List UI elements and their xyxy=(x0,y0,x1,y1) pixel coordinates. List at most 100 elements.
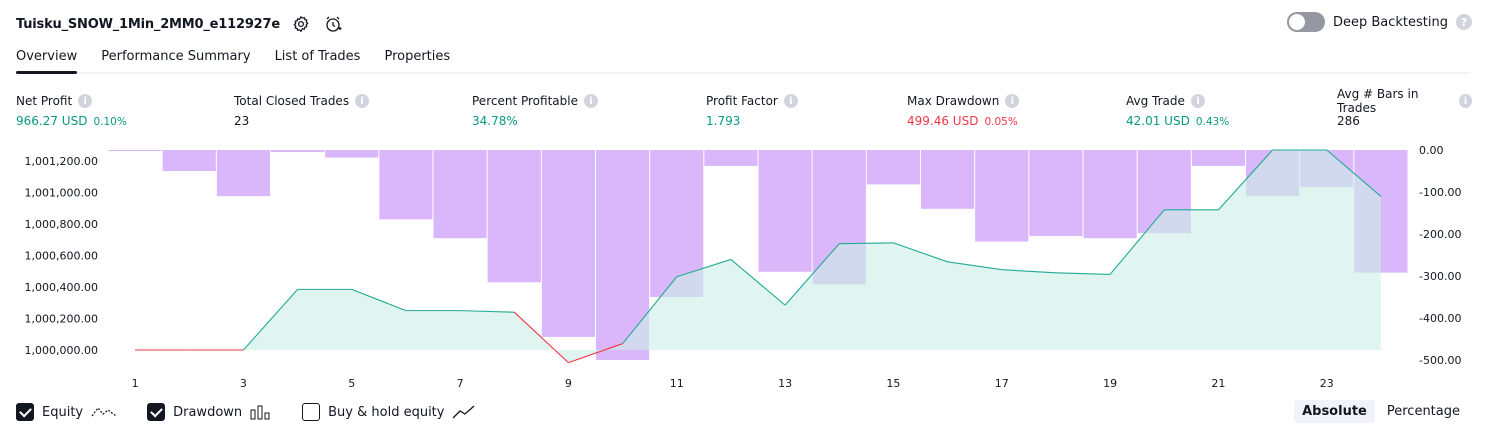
equity-area xyxy=(135,150,1381,363)
mode-absolute[interactable]: Absolute xyxy=(1294,400,1375,423)
equity-line-icon xyxy=(91,407,117,417)
metric-value: 23 xyxy=(234,114,250,128)
info-icon[interactable]: i xyxy=(355,94,370,108)
metric-label: Max Drawdown xyxy=(907,94,1000,108)
tab-overview[interactable]: Overview xyxy=(16,46,89,74)
x-tick: 17 xyxy=(995,377,1009,390)
equity-series xyxy=(135,149,1382,364)
x-tick: 5 xyxy=(348,377,355,390)
metric-profit-factor: Profit Factor i 1.793 xyxy=(706,92,798,130)
tab-bar: Overview Performance Summary List of Tra… xyxy=(16,46,1470,74)
drawdown-bar xyxy=(866,150,920,185)
tab-performance-summary[interactable]: Performance Summary xyxy=(89,46,262,72)
tab-properties[interactable]: Properties xyxy=(372,46,462,72)
info-icon[interactable]: i xyxy=(783,94,798,108)
drawdown-bar xyxy=(541,150,595,337)
drawdown-bar xyxy=(162,150,216,171)
legend-label: Drawdown xyxy=(173,404,243,420)
legend-equity[interactable]: Equity xyxy=(16,403,117,421)
metric-label: Total Closed Trades xyxy=(234,94,350,108)
metric-label: Profit Factor xyxy=(706,94,778,108)
metrics-row: Net Profit i 966.27 USD 0.10% Total Closed… xyxy=(16,87,1472,132)
metric-value: 286 xyxy=(1337,114,1360,128)
drawdown-bar xyxy=(433,150,487,239)
x-tick: 7 xyxy=(457,377,464,390)
drawdown-bar xyxy=(758,150,812,272)
drawdown-bar xyxy=(108,150,162,151)
drawdown-bar xyxy=(975,150,1029,242)
chart-mode-switch: Absolute Percentage xyxy=(1294,400,1468,423)
deep-backtesting-label: Deep Backtesting xyxy=(1332,14,1448,30)
equity-checkbox[interactable] xyxy=(16,403,34,421)
metric-label: Percent Profitable xyxy=(472,94,578,108)
y-left-tick: 1,000,600.00 xyxy=(25,250,98,263)
y-left-tick: 1,000,400.00 xyxy=(25,281,98,294)
metric-total-closed-trades: Total Closed Trades i 23 xyxy=(234,92,370,130)
info-icon[interactable]: i xyxy=(78,94,93,108)
info-icon[interactable]: i xyxy=(583,94,598,108)
tab-list-of-trades[interactable]: List of Trades xyxy=(263,46,373,72)
metric-max-drawdown: Max Drawdown i 499.46 USD 0.05% xyxy=(907,92,1020,130)
x-tick: 9 xyxy=(565,377,572,390)
equity-chart[interactable]: 1,001,200.00 1,001,000.00 1,000,800.00 1,00… xyxy=(0,140,1486,390)
x-tick: 19 xyxy=(1103,377,1117,390)
drawdown-bar xyxy=(1191,150,1245,166)
x-tick: 13 xyxy=(778,377,792,390)
x-tick: 21 xyxy=(1211,377,1225,390)
drawdown-bar xyxy=(921,150,975,209)
legend-buy-hold[interactable]: Buy & hold equity xyxy=(302,403,476,421)
y-left-tick: 1,000,800.00 xyxy=(25,218,98,231)
y-right-tick: -200.00 xyxy=(1419,228,1461,241)
metric-avg-bars: Avg # Bars in Trades i 286 xyxy=(1337,87,1472,130)
y-left-tick: 1,001,200.00 xyxy=(25,155,98,168)
metric-net-profit: Net Profit i 966.27 USD 0.10% xyxy=(16,92,127,130)
deep-backtesting: Deep Backtesting ? xyxy=(1286,12,1472,32)
mode-percentage[interactable]: Percentage xyxy=(1379,400,1468,423)
legend-label: Equity xyxy=(42,404,84,420)
metric-value: 966.27 USD xyxy=(16,114,88,128)
metric-value: 1.793 xyxy=(706,114,741,128)
buyhold-checkbox[interactable] xyxy=(302,403,321,421)
drawdown-bar xyxy=(325,150,379,158)
x-tick: 3 xyxy=(240,377,247,390)
info-icon[interactable]: i xyxy=(1190,94,1205,108)
metric-value: 499.46 USD xyxy=(907,114,979,128)
legend-label: Buy & hold equity xyxy=(328,404,445,420)
drawdown-bar xyxy=(487,150,541,283)
metric-value: 34.78% xyxy=(472,114,518,128)
x-tick: 23 xyxy=(1320,377,1334,390)
x-axis: 1 3 5 7 9 11 13 15 17 19 21 23 xyxy=(132,377,1334,390)
strategy-title: Tuisku_SNOW_1Min_2MM0_e112927e xyxy=(16,16,280,32)
info-icon[interactable]: i xyxy=(1005,94,1020,108)
drawdown-bar xyxy=(704,150,758,166)
drawdown-bars-icon xyxy=(250,405,270,420)
drawdown-bar xyxy=(1029,150,1083,237)
drawdown-checkbox[interactable] xyxy=(147,403,166,421)
y-left-tick: 1,001,000.00 xyxy=(25,187,98,200)
metric-percent: 0.43% xyxy=(1195,116,1230,128)
help-icon[interactable]: ? xyxy=(1456,14,1472,30)
y-left-tick: 1,000,000.00 xyxy=(25,344,98,357)
metric-percent: 0.05% xyxy=(984,116,1018,128)
x-tick: 11 xyxy=(670,377,684,390)
x-tick: 15 xyxy=(886,377,900,390)
deep-backtesting-toggle[interactable] xyxy=(1286,12,1325,32)
y-right-tick: 0.00 xyxy=(1419,144,1444,157)
settings-gear-icon[interactable] xyxy=(290,13,312,35)
buyhold-line-icon xyxy=(453,405,475,419)
info-icon[interactable]: i xyxy=(1458,94,1472,108)
drawdown-bar xyxy=(271,150,325,153)
y-right-tick: -100.00 xyxy=(1419,186,1461,199)
metric-label: Avg Trade xyxy=(1126,94,1185,108)
metric-percent: 0.10% xyxy=(93,116,127,128)
strategy-header: Tuisku_SNOW_1Min_2MM0_e112927e xyxy=(16,10,344,38)
y-right-tick: -400.00 xyxy=(1419,312,1461,325)
metric-percent-profitable: Percent Profitable i 34.78% xyxy=(472,92,598,130)
alert-clock-icon[interactable] xyxy=(322,13,344,35)
drawdown-bar xyxy=(379,150,433,220)
metric-label: Avg # Bars in Trades xyxy=(1337,87,1419,115)
legend-drawdown[interactable]: Drawdown xyxy=(147,403,272,421)
y-right-tick: -300.00 xyxy=(1419,270,1461,283)
y-left-tick: 1,000,200.00 xyxy=(25,313,98,326)
y-axis-left: 1,001,200.00 1,001,000.00 1,000,800.00 1,00… xyxy=(25,155,98,357)
